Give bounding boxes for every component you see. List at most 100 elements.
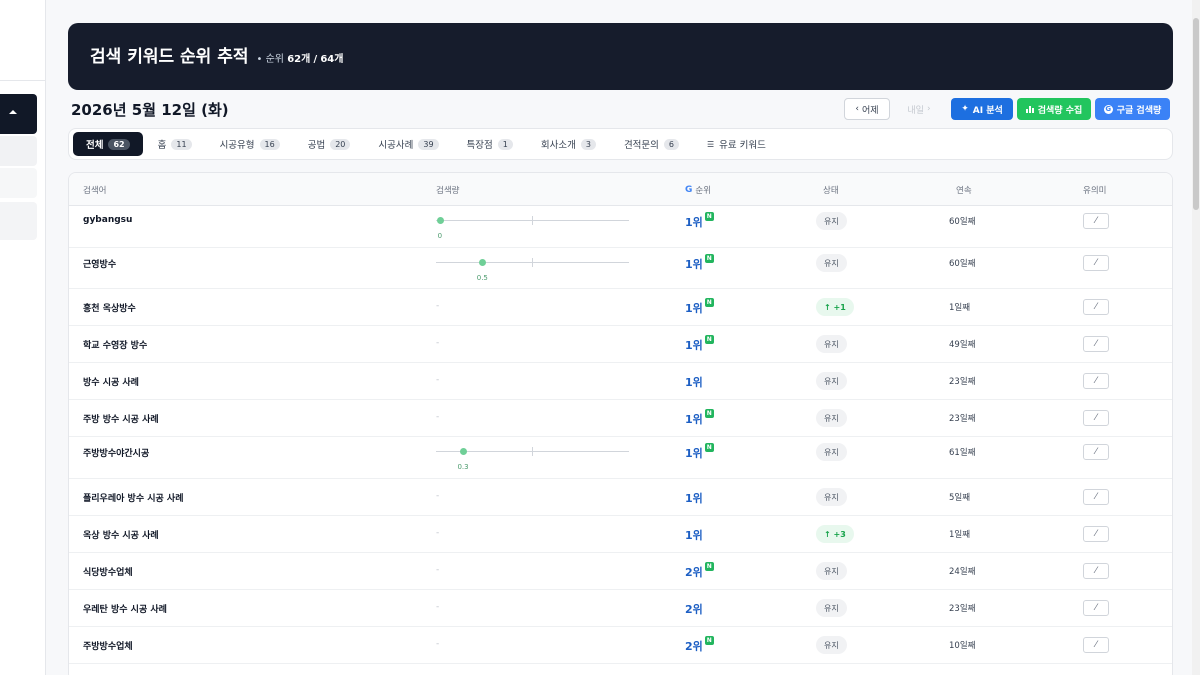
significance-button[interactable]: ⁄: [1083, 489, 1109, 505]
keyword-text: 홍천 옥상방수: [83, 304, 136, 314]
rank-cell: 1위 N: [685, 298, 714, 316]
significance-button[interactable]: ⁄: [1083, 410, 1109, 426]
ai-analysis-label: AI 분석: [972, 105, 1003, 116]
slider-midpoint: [532, 216, 533, 225]
tab-label: 회사소개: [540, 140, 576, 151]
tab-count-badge: 62: [108, 138, 130, 150]
tab-6[interactable]: 회사소개 3: [528, 132, 609, 156]
tab-label: 견적문의: [623, 140, 659, 151]
naver-badge-icon: N: [704, 298, 714, 307]
tab-count-badge: 11: [171, 138, 192, 150]
streak-value: 60일째: [949, 217, 976, 227]
total-count: 64개: [320, 54, 344, 65]
prev-day-button[interactable]: ‹ 어제: [844, 98, 890, 120]
status-badge: 유지: [816, 443, 847, 461]
naver-badge-icon: N: [704, 636, 714, 645]
caret-up-icon: [9, 110, 17, 114]
volume-value: 0: [437, 232, 443, 240]
rank-cell: 1위: [685, 527, 703, 543]
tab-1[interactable]: 홈 11: [145, 132, 205, 156]
tab-8[interactable]: ☰ 유료 키워드: [694, 132, 779, 156]
rank-value: 1위: [685, 302, 703, 315]
status-badge: 유지: [816, 636, 847, 654]
tab-3[interactable]: 공법 20: [295, 132, 364, 156]
google-volume-button[interactable]: G 구글 검색량: [1095, 98, 1170, 120]
collect-volume-button[interactable]: 검색량 수집: [1017, 98, 1091, 120]
status-badge: 유지: [816, 599, 847, 617]
streak-value: 49일째: [949, 340, 976, 350]
category-tabs: 전체 62 홈 11 시공유형 16 공법 20 시공사례 39 특장점 1 회사소개 3 견적문의 6 ☰ 유료…: [68, 128, 1173, 160]
tab-5[interactable]: 특장점 1: [454, 132, 526, 156]
significance-button[interactable]: ⁄: [1083, 373, 1109, 389]
rank-cell: 1위 N: [685, 212, 714, 230]
rank-value: 1위: [685, 492, 703, 505]
current-date: 2026년 5월 12일 (화): [71, 101, 229, 119]
magic-wand-icon: ⁄: [1095, 447, 1097, 457]
magic-wand-icon: ⁄: [1095, 492, 1097, 502]
col-significance: 유의미: [1083, 186, 1107, 196]
table-row: gybangsu 0 1위 N 유지 60일째 ⁄: [69, 206, 1172, 248]
magic-wand-icon: ✦: [961, 104, 969, 114]
col-rank: G 순위: [685, 184, 711, 196]
naver-badge-icon: N: [704, 409, 714, 418]
tab-2[interactable]: 시공유형 16: [207, 132, 293, 156]
significance-button[interactable]: ⁄: [1083, 336, 1109, 352]
significance-button[interactable]: ⁄: [1083, 600, 1109, 616]
tab-count-badge: 1: [497, 138, 513, 150]
ai-analysis-button[interactable]: ✦ AI 분석: [951, 98, 1013, 120]
significance-button[interactable]: ⁄: [1083, 637, 1109, 653]
table-row: 학교 수영장 방수 - 1위 N 유지 49일째 ⁄: [69, 326, 1172, 363]
magic-wand-icon: ⁄: [1095, 258, 1097, 268]
volume-value: -: [436, 375, 440, 385]
tab-count-badge: 6: [663, 138, 679, 150]
significance-button[interactable]: ⁄: [1083, 526, 1109, 542]
tab-0[interactable]: 전체 62: [73, 132, 143, 156]
volume-value: 0.5: [476, 274, 488, 282]
significance-button[interactable]: ⁄: [1083, 255, 1109, 271]
sidebar-item[interactable]: [0, 168, 37, 198]
sidebar-divider: [0, 80, 46, 81]
keyword-text: 주방방수야간시공: [83, 449, 150, 459]
next-day-button[interactable]: 내일 ›: [896, 98, 942, 120]
rank-summary: • 순위 62개 / 64개: [257, 50, 344, 65]
rank-value: 1위: [685, 376, 703, 389]
table-row: 홍천 옥상방수 - 1위 N ↑ +1 1일째 ⁄: [69, 289, 1172, 326]
scrollbar-thumb[interactable]: [1193, 18, 1199, 210]
significance-button[interactable]: ⁄: [1083, 213, 1109, 229]
tab-7[interactable]: 견적문의 6: [611, 132, 692, 156]
status-badge: ↑ +3: [816, 525, 854, 543]
significance-button[interactable]: ⁄: [1083, 444, 1109, 460]
sidebar-item[interactable]: [0, 136, 37, 166]
volume-value: -: [436, 602, 440, 612]
naver-badge-icon: N: [704, 443, 714, 452]
volume-value: -: [436, 338, 440, 348]
status-badge: 유지: [816, 562, 847, 580]
tab-label: 홈: [157, 140, 167, 151]
rank-cell: 2위 N: [685, 636, 714, 654]
tab-count-badge: 16: [259, 138, 280, 150]
table-row: 옥상 방수 시공 사례 - 1위 ↑ +3 1일째 ⁄: [69, 516, 1172, 553]
streak-value: 5일째: [949, 493, 971, 503]
significance-button[interactable]: ⁄: [1083, 563, 1109, 579]
rank-cell: 1위: [685, 374, 703, 390]
table-row: 우레탄 방수 시공 사례 - 2위 유지 23일째 ⁄: [69, 590, 1172, 627]
significance-button[interactable]: ⁄: [1083, 299, 1109, 315]
streak-value: 24일째: [949, 567, 976, 577]
slider-midpoint: [532, 447, 533, 456]
status-badge: ↑ +1: [816, 298, 854, 316]
slider-dot: [436, 217, 444, 224]
tab-4[interactable]: 시공사례 39: [365, 132, 451, 156]
streak-value: 10일째: [949, 641, 976, 651]
status-badge: 유지: [816, 372, 847, 390]
bar-chart-icon: [1025, 105, 1034, 113]
sidebar-item-active[interactable]: [0, 94, 37, 134]
col-status: 상태: [823, 186, 839, 196]
tab-count-badge: 20: [330, 138, 351, 150]
chevron-right-icon: ›: [926, 104, 931, 114]
magic-wand-icon: ⁄: [1095, 529, 1097, 539]
rank-value: 1위: [685, 216, 703, 229]
scrollbar[interactable]: [1192, 0, 1200, 675]
volume-value: -: [436, 412, 440, 422]
streak-value: 23일째: [949, 604, 976, 614]
sidebar-item[interactable]: [0, 202, 37, 240]
